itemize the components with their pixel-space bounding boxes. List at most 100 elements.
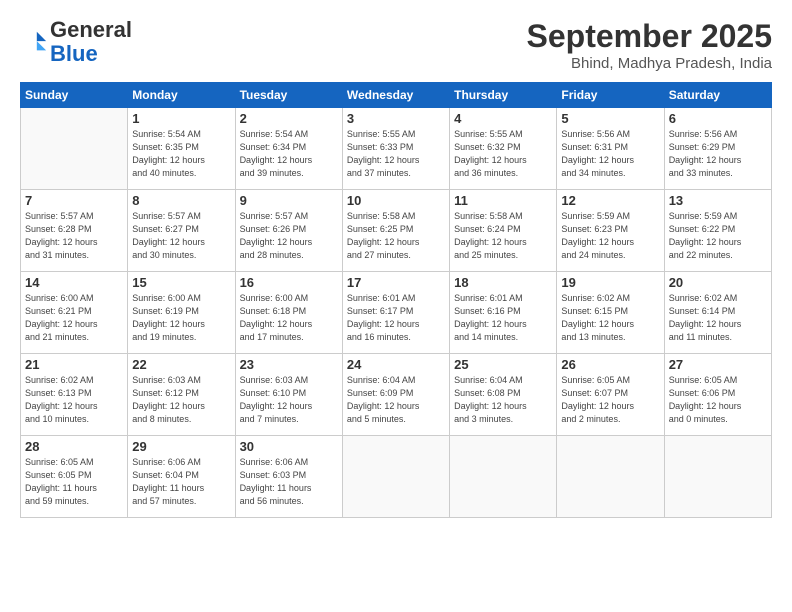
day-cell: 20 Sunrise: 6:02 AM Sunset: 6:14 PM Dayli… bbox=[664, 272, 771, 354]
day-info: Sunrise: 6:02 AM Sunset: 6:14 PM Dayligh… bbox=[669, 292, 767, 344]
day-number: 12 bbox=[561, 193, 659, 208]
day-info: Sunrise: 5:55 AM Sunset: 6:32 PM Dayligh… bbox=[454, 128, 552, 180]
day-info: Sunrise: 5:55 AM Sunset: 6:33 PM Dayligh… bbox=[347, 128, 445, 180]
day-cell: 27Sunrise: 6:05 AM Sunset: 6:06 PM Dayli… bbox=[664, 354, 771, 436]
day-info: Sunrise: 6:04 AM Sunset: 6:08 PM Dayligh… bbox=[454, 374, 552, 426]
day-number: 23 bbox=[240, 357, 338, 372]
day-info: Sunrise: 6:05 AM Sunset: 6:07 PM Dayligh… bbox=[561, 374, 659, 426]
day-cell bbox=[450, 436, 557, 518]
day-info: Sunrise: 6:01 AM Sunset: 6:17 PM Dayligh… bbox=[347, 292, 445, 344]
day-info: Sunrise: 6:04 AM Sunset: 6:09 PM Dayligh… bbox=[347, 374, 445, 426]
day-cell: 1 Sunrise: 5:54 AM Sunset: 6:35 PM Daylig… bbox=[128, 108, 235, 190]
day-cell bbox=[664, 436, 771, 518]
day-number: 27 bbox=[669, 357, 767, 372]
month-title: September 2025 bbox=[527, 18, 772, 55]
day-info: Sunrise: 5:57 AM Sunset: 6:27 PM Dayligh… bbox=[132, 210, 230, 262]
day-info: Sunrise: 6:03 AM Sunset: 6:10 PM Dayligh… bbox=[240, 374, 338, 426]
day-info: Sunrise: 5:54 AM Sunset: 6:34 PM Dayligh… bbox=[240, 128, 338, 180]
day-cell: 11Sunrise: 5:58 AM Sunset: 6:24 PM Dayli… bbox=[450, 190, 557, 272]
day-info: Sunrise: 5:59 AM Sunset: 6:22 PM Dayligh… bbox=[669, 210, 767, 262]
day-info: Sunrise: 6:00 AM Sunset: 6:18 PM Dayligh… bbox=[240, 292, 338, 344]
day-cell: 15 Sunrise: 6:00 AM Sunset: 6:19 PM Dayli… bbox=[128, 272, 235, 354]
day-cell: 24 Sunrise: 6:04 AM Sunset: 6:09 PM Dayli… bbox=[342, 354, 449, 436]
day-cell: 19Sunrise: 6:02 AM Sunset: 6:15 PM Dayli… bbox=[557, 272, 664, 354]
day-cell: 17 Sunrise: 6:01 AM Sunset: 6:17 PM Dayli… bbox=[342, 272, 449, 354]
day-number: 28 bbox=[25, 439, 123, 454]
day-info: Sunrise: 6:06 AM Sunset: 6:04 PM Dayligh… bbox=[132, 456, 230, 508]
day-cell: 12 Sunrise: 5:59 AM Sunset: 6:23 PM Dayli… bbox=[557, 190, 664, 272]
day-number: 22 bbox=[132, 357, 230, 372]
day-number: 20 bbox=[669, 275, 767, 290]
title-block: September 2025 Bhind, Madhya Pradesh, In… bbox=[527, 18, 772, 72]
day-cell: 7Sunrise: 5:57 AM Sunset: 6:28 PM Daylig… bbox=[21, 190, 128, 272]
day-number: 10 bbox=[347, 193, 445, 208]
day-info: Sunrise: 6:00 AM Sunset: 6:19 PM Dayligh… bbox=[132, 292, 230, 344]
weekday-header-wednesday: Wednesday bbox=[342, 83, 449, 108]
day-info: Sunrise: 6:03 AM Sunset: 6:12 PM Dayligh… bbox=[132, 374, 230, 426]
day-number: 9 bbox=[240, 193, 338, 208]
day-info: Sunrise: 5:56 AM Sunset: 6:29 PM Dayligh… bbox=[669, 128, 767, 180]
day-cell: 16 Sunrise: 6:00 AM Sunset: 6:18 PM Dayli… bbox=[235, 272, 342, 354]
weekday-header-monday: Monday bbox=[128, 83, 235, 108]
day-number: 18 bbox=[454, 275, 552, 290]
day-info: Sunrise: 5:54 AM Sunset: 6:35 PM Dayligh… bbox=[132, 128, 230, 180]
day-info: Sunrise: 5:59 AM Sunset: 6:23 PM Dayligh… bbox=[561, 210, 659, 262]
logo-icon bbox=[20, 28, 48, 56]
day-number: 3 bbox=[347, 111, 445, 126]
day-cell bbox=[557, 436, 664, 518]
subtitle: Bhind, Madhya Pradesh, India bbox=[527, 55, 772, 72]
day-number: 5 bbox=[561, 111, 659, 126]
day-number: 1 bbox=[132, 111, 230, 126]
day-cell bbox=[342, 436, 449, 518]
day-cell: 14 Sunrise: 6:00 AM Sunset: 6:21 PM Dayli… bbox=[21, 272, 128, 354]
logo-line1: General bbox=[50, 18, 132, 42]
day-number: 4 bbox=[454, 111, 552, 126]
day-cell: 2 Sunrise: 5:54 AM Sunset: 6:34 PM Daylig… bbox=[235, 108, 342, 190]
logo: General Blue bbox=[20, 18, 132, 66]
weekday-header-friday: Friday bbox=[557, 83, 664, 108]
day-cell: 6 Sunrise: 5:56 AM Sunset: 6:29 PM Daylig… bbox=[664, 108, 771, 190]
day-cell: 5Sunrise: 5:56 AM Sunset: 6:31 PM Daylig… bbox=[557, 108, 664, 190]
day-number: 17 bbox=[347, 275, 445, 290]
week-row-4: 28Sunrise: 6:05 AM Sunset: 6:05 PM Dayli… bbox=[21, 436, 772, 518]
day-number: 29 bbox=[132, 439, 230, 454]
weekday-header-sunday: Sunday bbox=[21, 83, 128, 108]
weekday-header-tuesday: Tuesday bbox=[235, 83, 342, 108]
day-number: 6 bbox=[669, 111, 767, 126]
day-cell: 26Sunrise: 6:05 AM Sunset: 6:07 PM Dayli… bbox=[557, 354, 664, 436]
day-info: Sunrise: 6:02 AM Sunset: 6:15 PM Dayligh… bbox=[561, 292, 659, 344]
weekday-header-saturday: Saturday bbox=[664, 83, 771, 108]
day-number: 8 bbox=[132, 193, 230, 208]
day-number: 16 bbox=[240, 275, 338, 290]
day-number: 15 bbox=[132, 275, 230, 290]
day-info: Sunrise: 6:00 AM Sunset: 6:21 PM Dayligh… bbox=[25, 292, 123, 344]
weekday-header-thursday: Thursday bbox=[450, 83, 557, 108]
week-row-1: 7Sunrise: 5:57 AM Sunset: 6:28 PM Daylig… bbox=[21, 190, 772, 272]
day-number: 25 bbox=[454, 357, 552, 372]
day-number: 21 bbox=[25, 357, 123, 372]
day-number: 13 bbox=[669, 193, 767, 208]
day-number: 14 bbox=[25, 275, 123, 290]
day-number: 7 bbox=[25, 193, 123, 208]
day-cell: 21 Sunrise: 6:02 AM Sunset: 6:13 PM Dayli… bbox=[21, 354, 128, 436]
day-number: 2 bbox=[240, 111, 338, 126]
day-number: 24 bbox=[347, 357, 445, 372]
day-cell: 28Sunrise: 6:05 AM Sunset: 6:05 PM Dayli… bbox=[21, 436, 128, 518]
page: General Blue September 2025 Bhind, Madhy… bbox=[0, 0, 792, 612]
day-info: Sunrise: 5:57 AM Sunset: 6:26 PM Dayligh… bbox=[240, 210, 338, 262]
day-cell: 22 Sunrise: 6:03 AM Sunset: 6:12 PM Dayli… bbox=[128, 354, 235, 436]
day-cell: 9 Sunrise: 5:57 AM Sunset: 6:26 PM Daylig… bbox=[235, 190, 342, 272]
day-cell: 18Sunrise: 6:01 AM Sunset: 6:16 PM Dayli… bbox=[450, 272, 557, 354]
week-row-0: 1 Sunrise: 5:54 AM Sunset: 6:35 PM Daylig… bbox=[21, 108, 772, 190]
calendar: SundayMondayTuesdayWednesdayThursdayFrid… bbox=[20, 82, 772, 518]
day-number: 30 bbox=[240, 439, 338, 454]
day-info: Sunrise: 5:58 AM Sunset: 6:25 PM Dayligh… bbox=[347, 210, 445, 262]
day-cell: 3 Sunrise: 5:55 AM Sunset: 6:33 PM Daylig… bbox=[342, 108, 449, 190]
day-cell: 25 Sunrise: 6:04 AM Sunset: 6:08 PM Dayli… bbox=[450, 354, 557, 436]
day-cell: 23 Sunrise: 6:03 AM Sunset: 6:10 PM Dayli… bbox=[235, 354, 342, 436]
day-info: Sunrise: 6:02 AM Sunset: 6:13 PM Dayligh… bbox=[25, 374, 123, 426]
day-cell: 4 Sunrise: 5:55 AM Sunset: 6:32 PM Daylig… bbox=[450, 108, 557, 190]
day-number: 11 bbox=[454, 193, 552, 208]
week-row-3: 21 Sunrise: 6:02 AM Sunset: 6:13 PM Dayli… bbox=[21, 354, 772, 436]
week-row-2: 14 Sunrise: 6:00 AM Sunset: 6:21 PM Dayli… bbox=[21, 272, 772, 354]
